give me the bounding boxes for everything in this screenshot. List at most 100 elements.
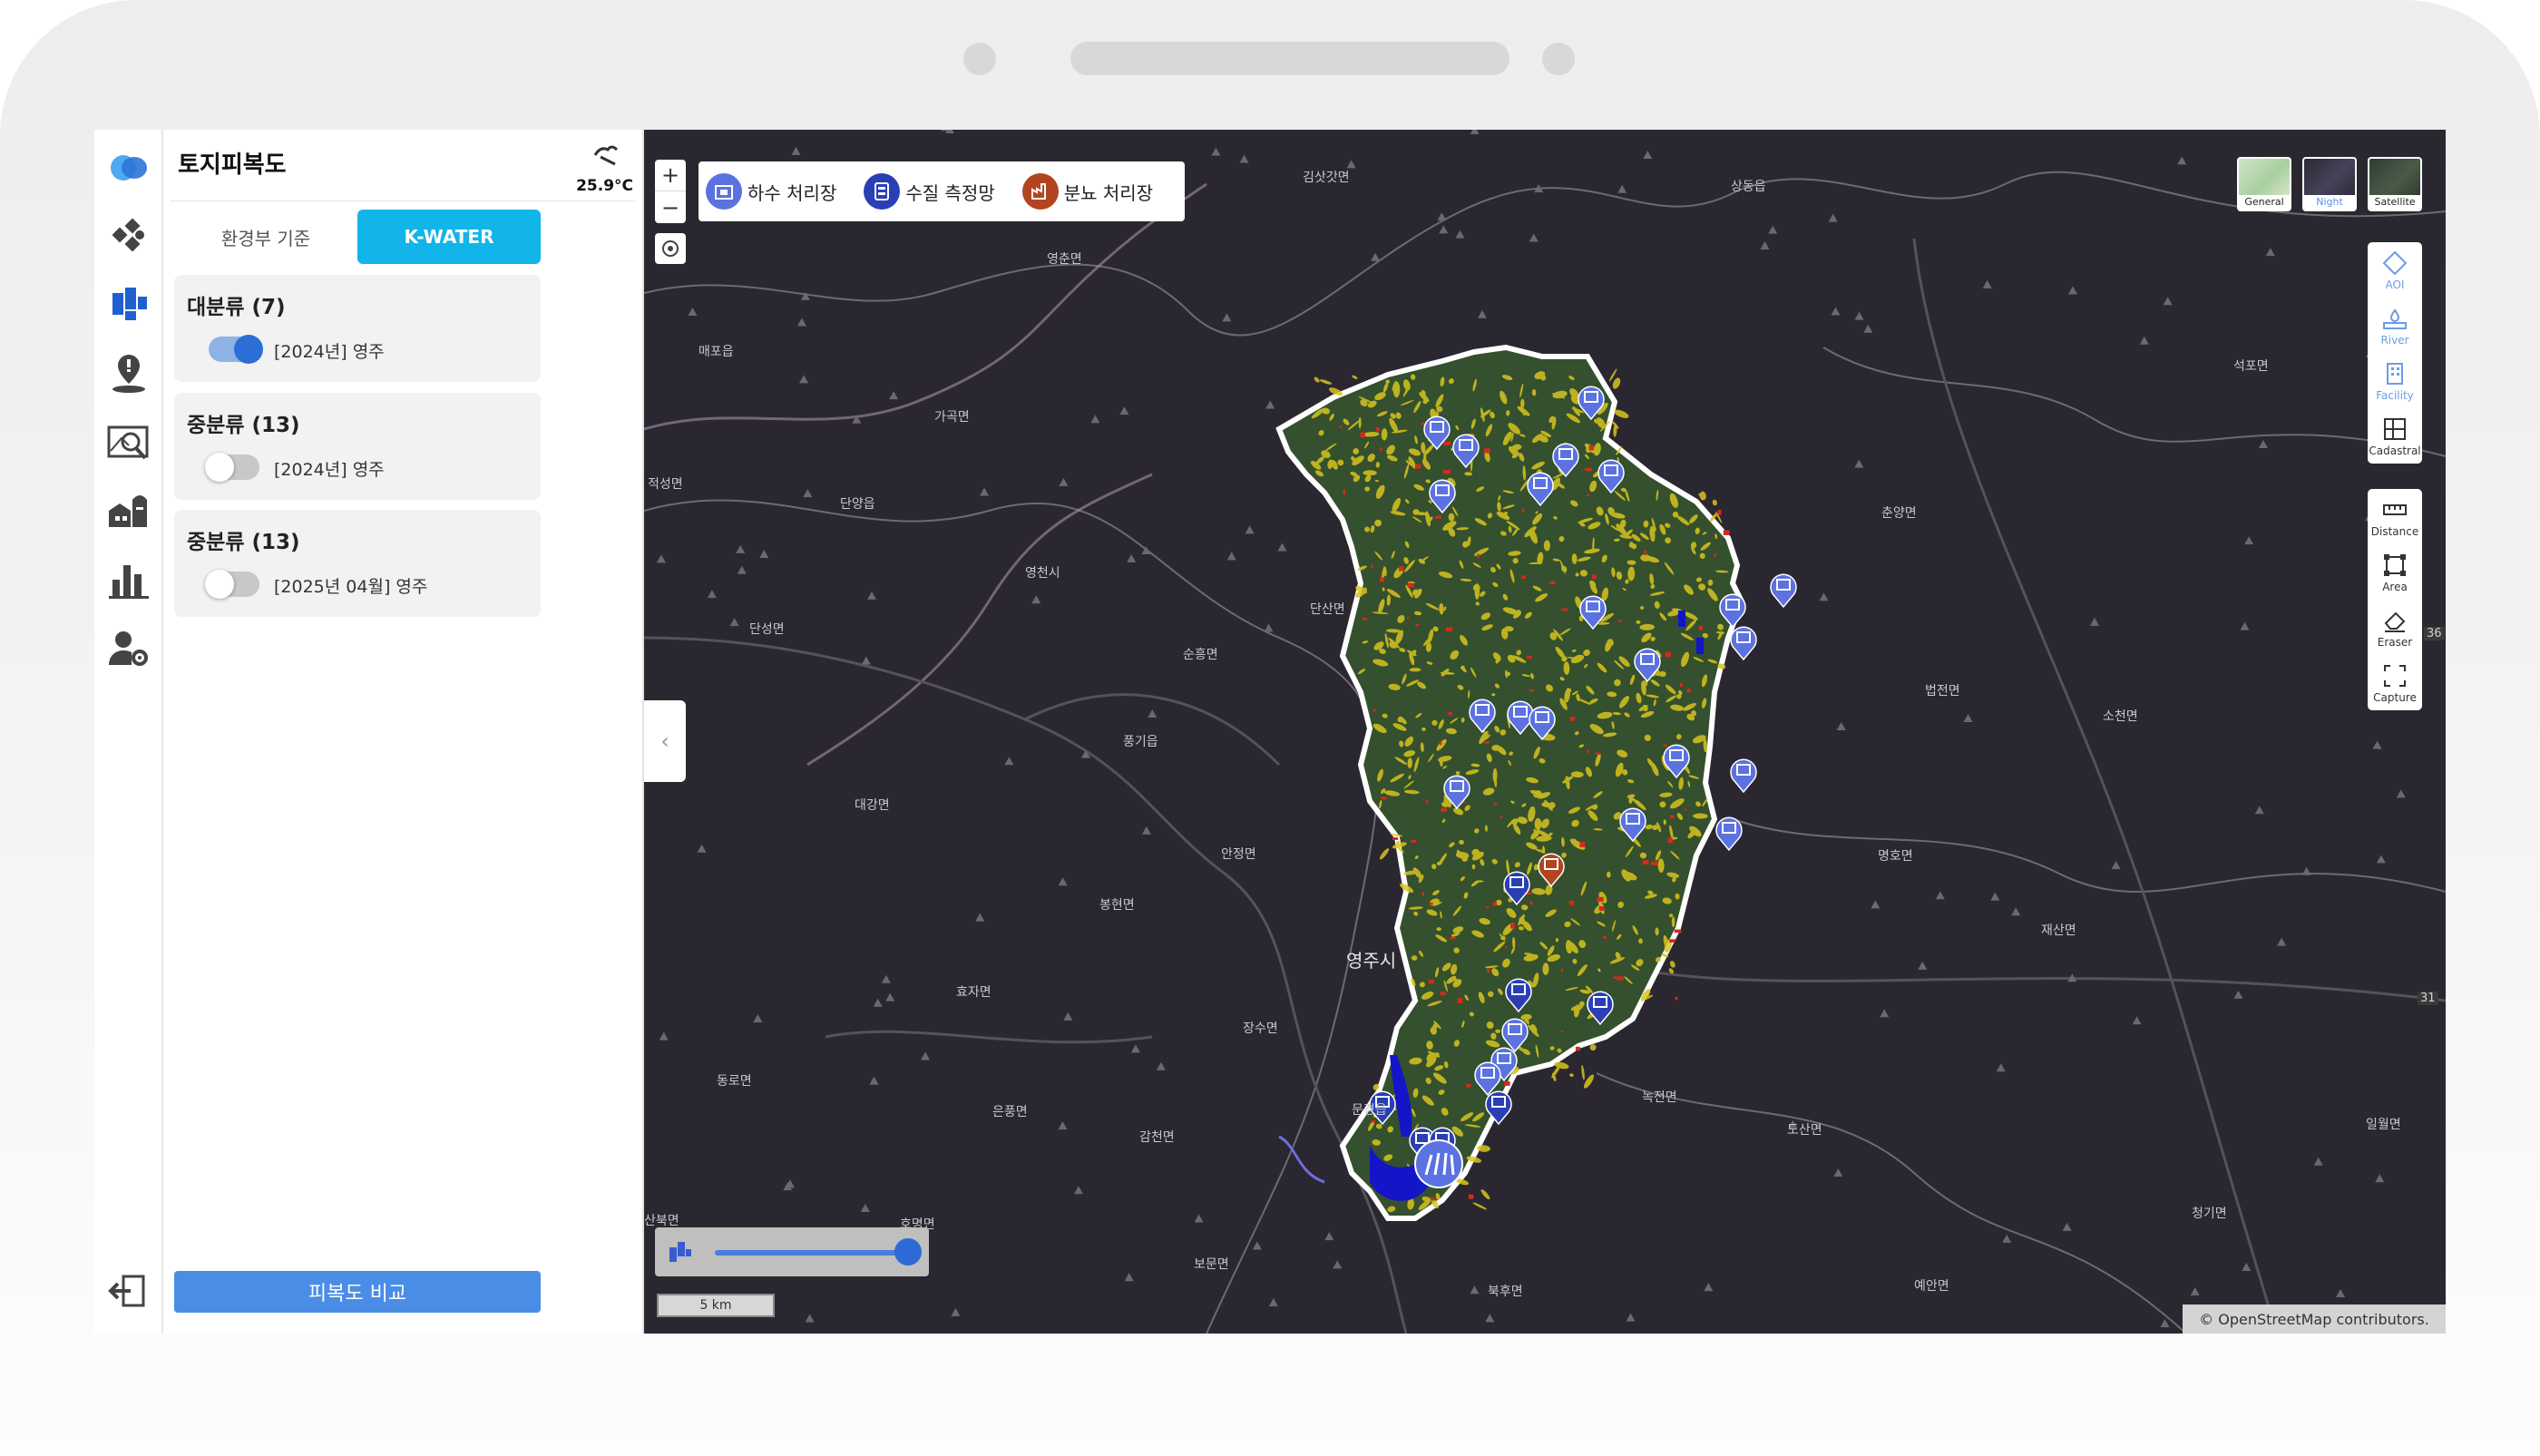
mountain-peak-icon xyxy=(1194,1214,1204,1223)
tool-distance[interactable]: Distance xyxy=(2368,489,2422,544)
mountain-peak-icon xyxy=(1485,1314,1495,1323)
mountain-peak-icon xyxy=(1130,1044,1140,1053)
mountain-peak-icon xyxy=(1127,553,1137,562)
bar-chart-icon[interactable] xyxy=(103,554,154,605)
facility-marker[interactable] xyxy=(1730,758,1757,794)
tool-facility[interactable]: Facility xyxy=(2368,353,2422,408)
legend-item-water-quality[interactable]: 수질 측정망 xyxy=(864,173,995,210)
legend-label: 분뇨 처리장 xyxy=(1063,181,1154,204)
tool-river[interactable]: River xyxy=(2368,298,2422,353)
place-label: 효자면 xyxy=(956,985,992,1000)
mountain-peak-icon xyxy=(2242,1262,2252,1271)
place-label: 문경읍 xyxy=(1352,1103,1387,1118)
map-view[interactable]: 김삿갓면 상동읍 영춘면 매포읍 가곡면 적성면 단양읍 영천시 춘양면 석포면… xyxy=(644,130,2446,1334)
satellite-icon[interactable] xyxy=(103,210,154,260)
zoom-out-button[interactable]: − xyxy=(655,191,686,223)
tool-cadastral[interactable]: Cadastral xyxy=(2368,408,2422,464)
measure-toolbar: Distance Area Eraser Capture xyxy=(2368,489,2422,710)
dam-marker[interactable] xyxy=(1414,1139,1463,1188)
collapse-panel-button[interactable]: ‹ xyxy=(644,700,686,782)
mountain-peak-icon xyxy=(921,1051,931,1060)
land-cover-patch xyxy=(1581,1065,1585,1080)
mountain-peak-icon xyxy=(1626,1313,1636,1322)
tool-eraser[interactable]: Eraser xyxy=(2368,600,2422,655)
mountain-peak-icon xyxy=(1031,595,1041,604)
mountain-peak-icon xyxy=(881,974,891,983)
urban-patch xyxy=(1392,837,1399,840)
layer-toolbar: AOI River Facility Cadastral xyxy=(2368,242,2422,464)
locate-button[interactable] xyxy=(655,233,686,264)
layer-toggle[interactable] xyxy=(209,335,263,364)
zoom-in-button[interactable]: + xyxy=(655,160,686,191)
mountain-peak-icon xyxy=(1455,230,1465,239)
tool-capture[interactable]: Capture xyxy=(2368,655,2422,710)
mountain-peak-icon xyxy=(2244,536,2254,545)
user-settings-icon[interactable] xyxy=(103,623,154,674)
land-cover-icon[interactable] xyxy=(103,278,154,329)
legend-item-sewage[interactable]: 하수 처리장 xyxy=(706,173,836,210)
layer-opacity-slider[interactable] xyxy=(655,1227,929,1276)
logout-icon[interactable] xyxy=(103,1265,154,1316)
water-quality-icon xyxy=(864,173,901,210)
land-cover-patch xyxy=(1669,961,1675,968)
urban-patch xyxy=(1415,623,1420,627)
land-cover-patch xyxy=(1352,375,1358,379)
mountain-peak-icon xyxy=(2301,866,2311,875)
urban-patch xyxy=(1468,1194,1474,1199)
mountain-peak-icon xyxy=(1119,406,1129,415)
tab-k-water[interactable]: K-WATER xyxy=(357,210,541,264)
place-label: 녹전면 xyxy=(1642,1090,1677,1105)
place-label: 북후면 xyxy=(1488,1285,1523,1299)
layer-toggle[interactable] xyxy=(205,570,259,599)
layer-group-title: 대분류 (7) xyxy=(187,296,286,319)
slider-thumb[interactable] xyxy=(894,1238,922,1265)
facility-marker[interactable] xyxy=(1730,626,1757,661)
basemap-night[interactable]: Night xyxy=(2302,157,2357,211)
mountain-peak-icon xyxy=(1211,147,1221,156)
urban-patch xyxy=(1669,815,1675,818)
basemap-general[interactable]: General xyxy=(2237,157,2291,211)
mountain-peak-icon xyxy=(1617,184,1627,193)
facility-marker[interactable] xyxy=(1770,573,1797,609)
urban-patch xyxy=(1650,861,1658,865)
mountain-peak-icon xyxy=(2240,621,2250,630)
layer-toggle[interactable] xyxy=(205,453,259,482)
legend-item-manure[interactable]: 분뇨 처리장 xyxy=(1021,173,1154,210)
mountain-peak-icon xyxy=(1245,525,1255,534)
urban-patch xyxy=(1686,688,1691,693)
urban-patch xyxy=(1675,996,1678,1001)
tool-aoi[interactable]: AOI xyxy=(2368,242,2422,298)
urban-patch xyxy=(1616,976,1624,981)
facility-icon[interactable] xyxy=(103,485,154,536)
urban-patch xyxy=(1561,608,1568,611)
compare-land-cover-button[interactable]: 피복도 비교 xyxy=(174,1271,541,1313)
map-search-icon[interactable] xyxy=(103,416,154,467)
mountain-peak-icon xyxy=(1124,1273,1134,1282)
slider-track[interactable] xyxy=(715,1250,905,1256)
tab-ministry-standard[interactable]: 환경부 기준 xyxy=(174,210,357,264)
app-logo-icon[interactable] xyxy=(103,141,154,191)
eraser-icon xyxy=(2384,611,2406,632)
mountain-peak-icon xyxy=(1854,459,1864,468)
place-label: 안정면 xyxy=(1221,847,1256,862)
place-label: 석포면 xyxy=(2233,359,2269,374)
mountain-peak-icon xyxy=(759,549,769,558)
location-alert-icon[interactable] xyxy=(103,347,154,398)
facility-marker[interactable] xyxy=(1715,816,1743,852)
mountain-peak-icon xyxy=(869,1076,879,1085)
urban-patch xyxy=(1665,652,1671,658)
mountain-peak-icon xyxy=(803,489,813,498)
mountain-peak-icon xyxy=(2254,806,2264,815)
mountain-peak-icon xyxy=(2375,1174,2385,1183)
urban-patch xyxy=(1399,566,1404,572)
road-number-badge: 36 xyxy=(2424,627,2445,640)
mountain-peak-icon xyxy=(1470,1285,1480,1295)
mountain-peak-icon xyxy=(980,487,990,496)
mountain-peak-icon xyxy=(1222,313,1232,322)
mountain-peak-icon xyxy=(861,656,871,665)
map-attribution[interactable]: © OpenStreetMap contributors. xyxy=(2183,1305,2446,1334)
basemap-satellite[interactable]: Satellite xyxy=(2368,157,2422,211)
tool-area[interactable]: Area xyxy=(2368,544,2422,600)
place-label: 가곡면 xyxy=(934,410,970,425)
urban-patch xyxy=(1449,936,1456,940)
